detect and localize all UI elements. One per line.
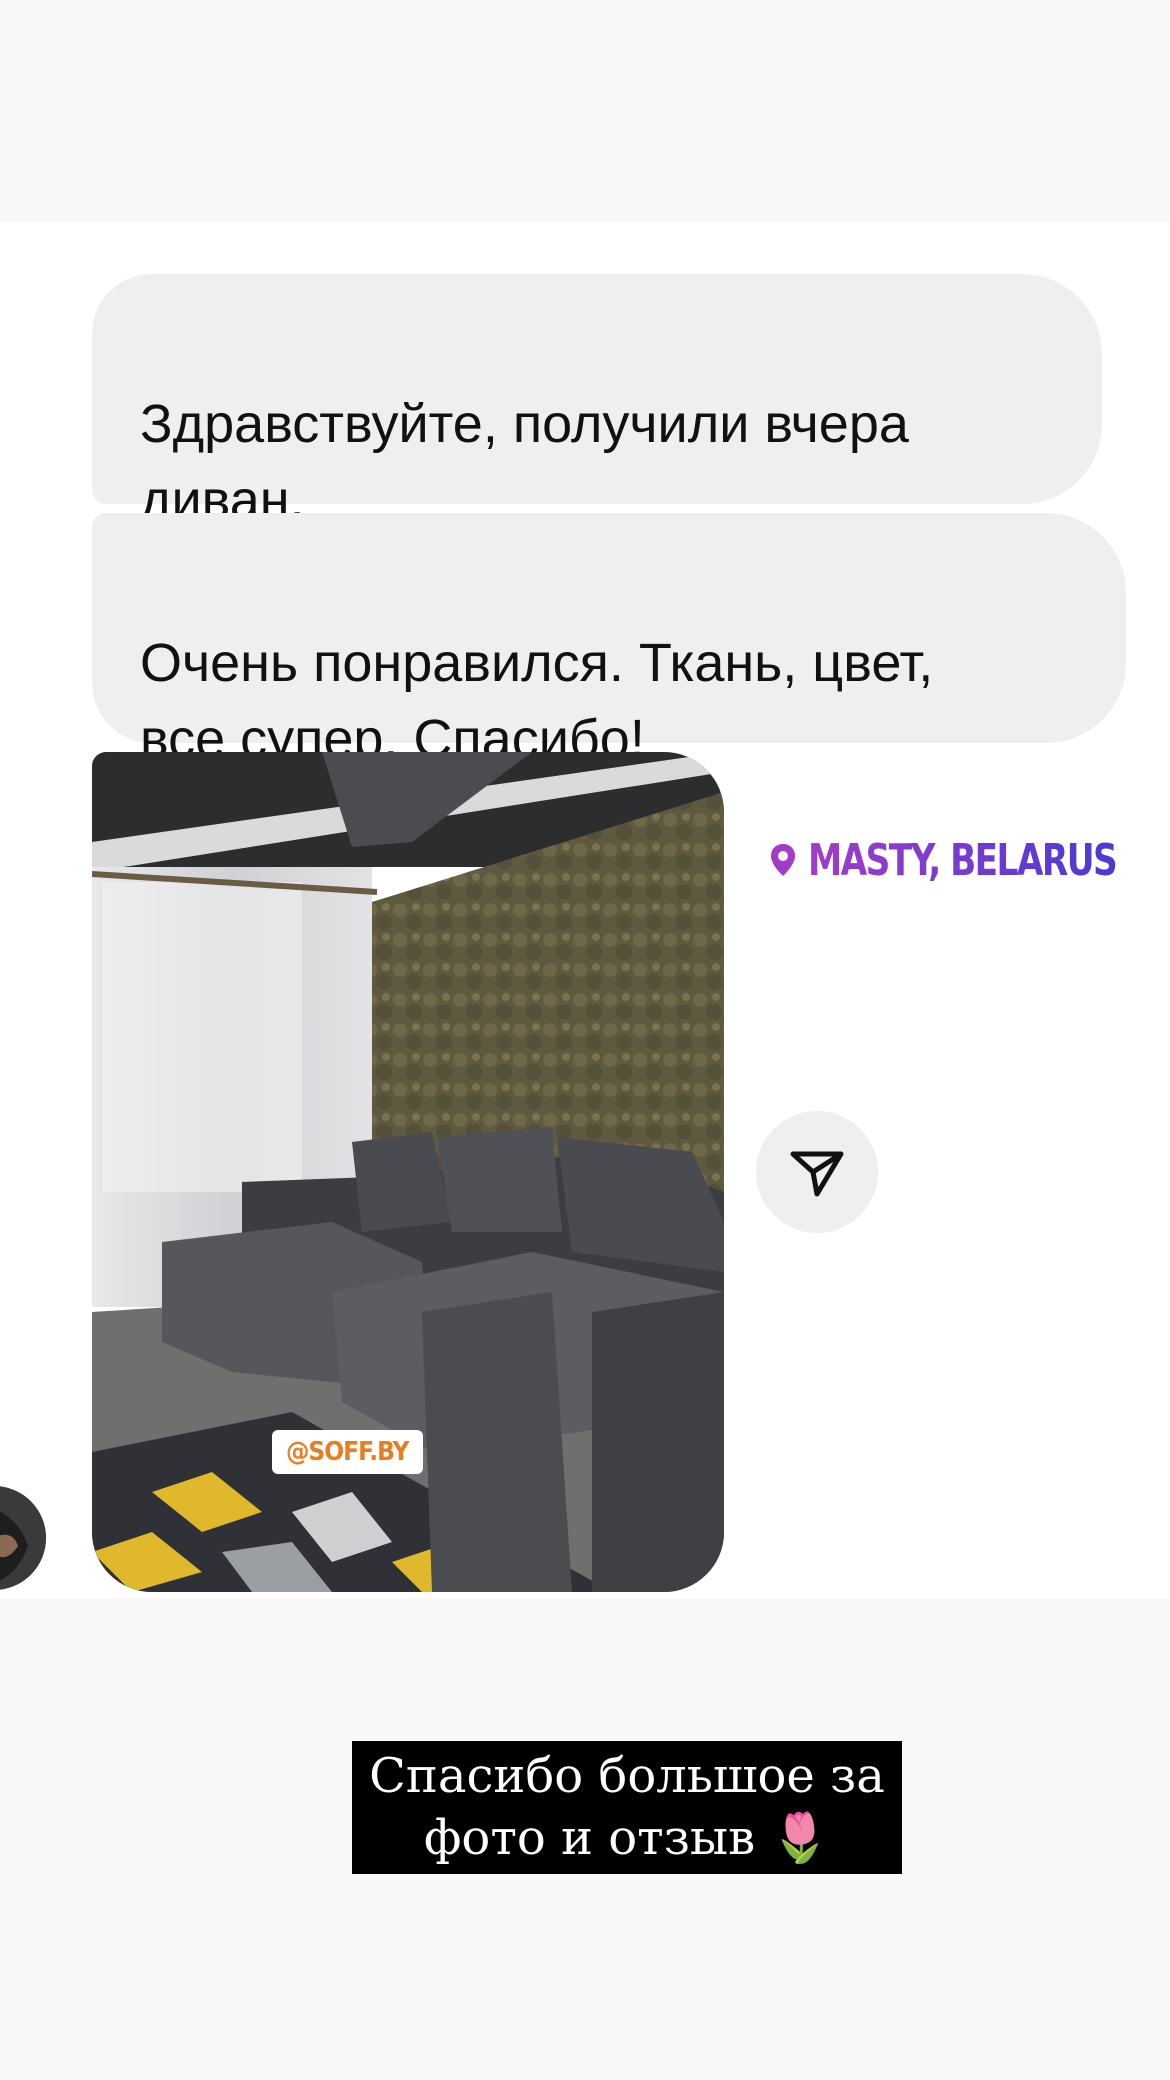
message-bubble[interactable]: Очень понравился. Ткань, цвет, все супер… [92, 513, 1126, 769]
brand-sticker[interactable]: @SOFF.BY [272, 1430, 423, 1474]
location-sticker[interactable]: MASTY, BELARUS [770, 832, 1170, 888]
share-button[interactable] [756, 1111, 878, 1233]
message-bubble[interactable]: Здравствуйте, получили вчера диван. [92, 274, 1102, 530]
story-caption: Спасибо большое за фото и отзыв 🌷 [352, 1741, 902, 1874]
caption-line: фото и отзыв 🌷 [423, 1810, 831, 1866]
location-pin-icon [771, 844, 795, 876]
caption-line: Спасибо большое за [369, 1748, 885, 1804]
send-icon [790, 1151, 844, 1197]
location-label: MASTY, BELARUS [808, 834, 1118, 886]
